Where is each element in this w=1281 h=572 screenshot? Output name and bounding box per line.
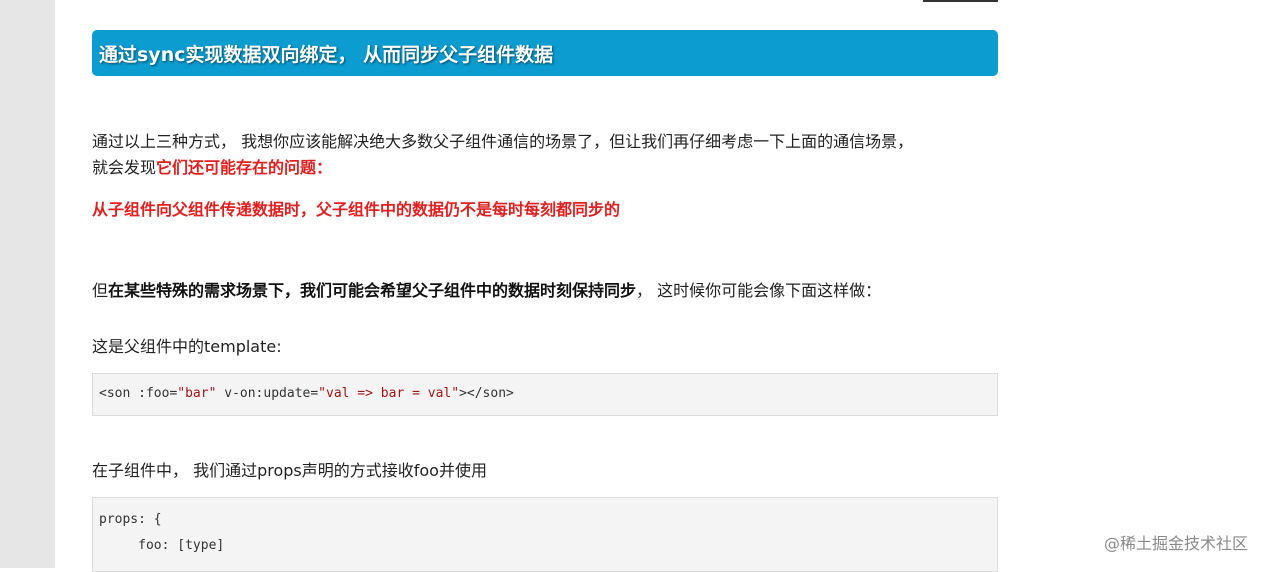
intro-line-1: 通过以上三种方式， 我想你应该能解决绝大多数父子组件通信的场景了，但让我们再仔细… — [92, 132, 914, 151]
child-label: 在子组件中， 我们通过props声明的方式接收foo并使用 — [92, 461, 487, 480]
problem-statement: 从子组件向父组件传递数据时，父子组件中的数据仍不是每时每刻都同步的 — [92, 200, 621, 219]
left-gutter — [0, 0, 55, 568]
special-case-paragraph: 但在某些特殊的需求场景下，我们可能会希望父子组件中的数据时刻保持同步， 这时候你… — [92, 281, 882, 300]
code-line: <son :foo="bar" v-on:update="val => bar … — [99, 386, 514, 401]
special-case-emphasis: 在某些特殊的需求场景下，我们可能会希望父子组件中的数据时刻保持同步 — [108, 281, 637, 300]
code-block-props: props: { foo: [type] — [92, 497, 998, 572]
intro-paragraph: 通过以上三种方式， 我想你应该能解决绝大多数父子组件通信的场景了，但让我们再仔细… — [92, 129, 913, 181]
section-heading-text: 通过sync实现数据双向绑定， 从而同步父子组件数据 — [99, 43, 554, 66]
code-line: foo: [type] — [99, 538, 225, 553]
template-label: 这是父组件中的template: — [92, 337, 282, 356]
code-block-template: <son :foo="bar" v-on:update="val => bar … — [92, 373, 998, 416]
issue-highlight: 它们还可能存在的问题： — [156, 158, 333, 177]
code-line: props: { — [99, 512, 162, 527]
top-link-underline[interactable] — [923, 0, 998, 2]
watermark: @稀土掘金技术社区 — [1104, 534, 1249, 553]
section-heading: 通过sync实现数据双向绑定， 从而同步父子组件数据 — [92, 30, 998, 76]
intro-line-2: 就会发现它们还可能存在的问题： — [92, 158, 333, 177]
